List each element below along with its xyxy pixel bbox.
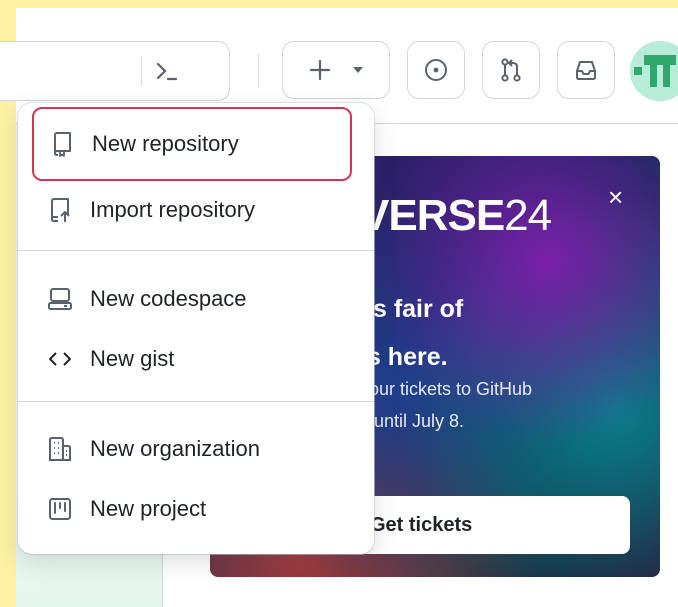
codespaces-icon	[46, 285, 74, 313]
avatar[interactable]	[630, 41, 678, 101]
issue-opened-icon	[423, 57, 449, 83]
create-new-dropdown-menu: New repository Import repository New cod…	[18, 103, 374, 554]
banner-text: your tickets to GitHub y until July 8.	[360, 374, 532, 437]
menu-item-new-project[interactable]: New project	[32, 484, 354, 534]
create-new-button[interactable]	[282, 41, 390, 99]
inbox-button[interactable]	[557, 41, 615, 99]
pull-requests-button[interactable]	[482, 41, 540, 99]
menu-item-import-repository[interactable]: Import repository	[32, 185, 354, 235]
get-tickets-button[interactable]: Get tickets	[340, 496, 630, 554]
toolbar-divider	[258, 54, 259, 88]
triangle-down-icon	[352, 65, 364, 75]
close-icon[interactable]: ×	[608, 182, 623, 213]
banner-logo: VERSE24	[360, 191, 552, 241]
repo-push-icon	[46, 196, 74, 224]
menu-item-label: New organization	[90, 436, 260, 461]
project-icon	[46, 495, 74, 523]
banner-logo-bold: VERSE	[360, 191, 505, 240]
terminal-icon[interactable]	[154, 58, 180, 84]
menu-divider	[18, 401, 374, 402]
menu-item-label: Import repository	[90, 197, 256, 222]
menu-item-new-codespace[interactable]: New codespace	[32, 274, 354, 324]
search-input[interactable]	[0, 41, 230, 101]
organization-icon	[46, 435, 74, 463]
menu-divider	[18, 250, 374, 251]
menu-item-new-gist[interactable]: New gist	[32, 334, 354, 384]
code-icon	[46, 345, 74, 373]
git-pull-request-icon	[498, 57, 524, 83]
banner-headline-line1: l’s fair of	[360, 295, 464, 323]
menu-item-label: New repository	[92, 131, 239, 156]
menu-item-label: New gist	[90, 346, 175, 371]
issues-button[interactable]	[407, 41, 465, 99]
search-divider	[141, 56, 142, 86]
repo-icon	[48, 130, 76, 158]
banner-headline: l’s fair of is here.	[360, 286, 463, 381]
menu-item-label: New project	[90, 496, 207, 521]
menu-item-new-organization[interactable]: New organization	[32, 424, 354, 474]
menu-item-label: New codespace	[90, 286, 247, 311]
plus-icon	[308, 58, 332, 82]
banner-text-line1: your tickets to GitHub	[360, 379, 533, 399]
menu-item-new-repository[interactable]: New repository	[32, 107, 352, 181]
inbox-icon	[573, 57, 599, 83]
banner-text-line2: y until July 8.	[360, 410, 465, 431]
banner-logo-thin: 24	[504, 191, 552, 240]
